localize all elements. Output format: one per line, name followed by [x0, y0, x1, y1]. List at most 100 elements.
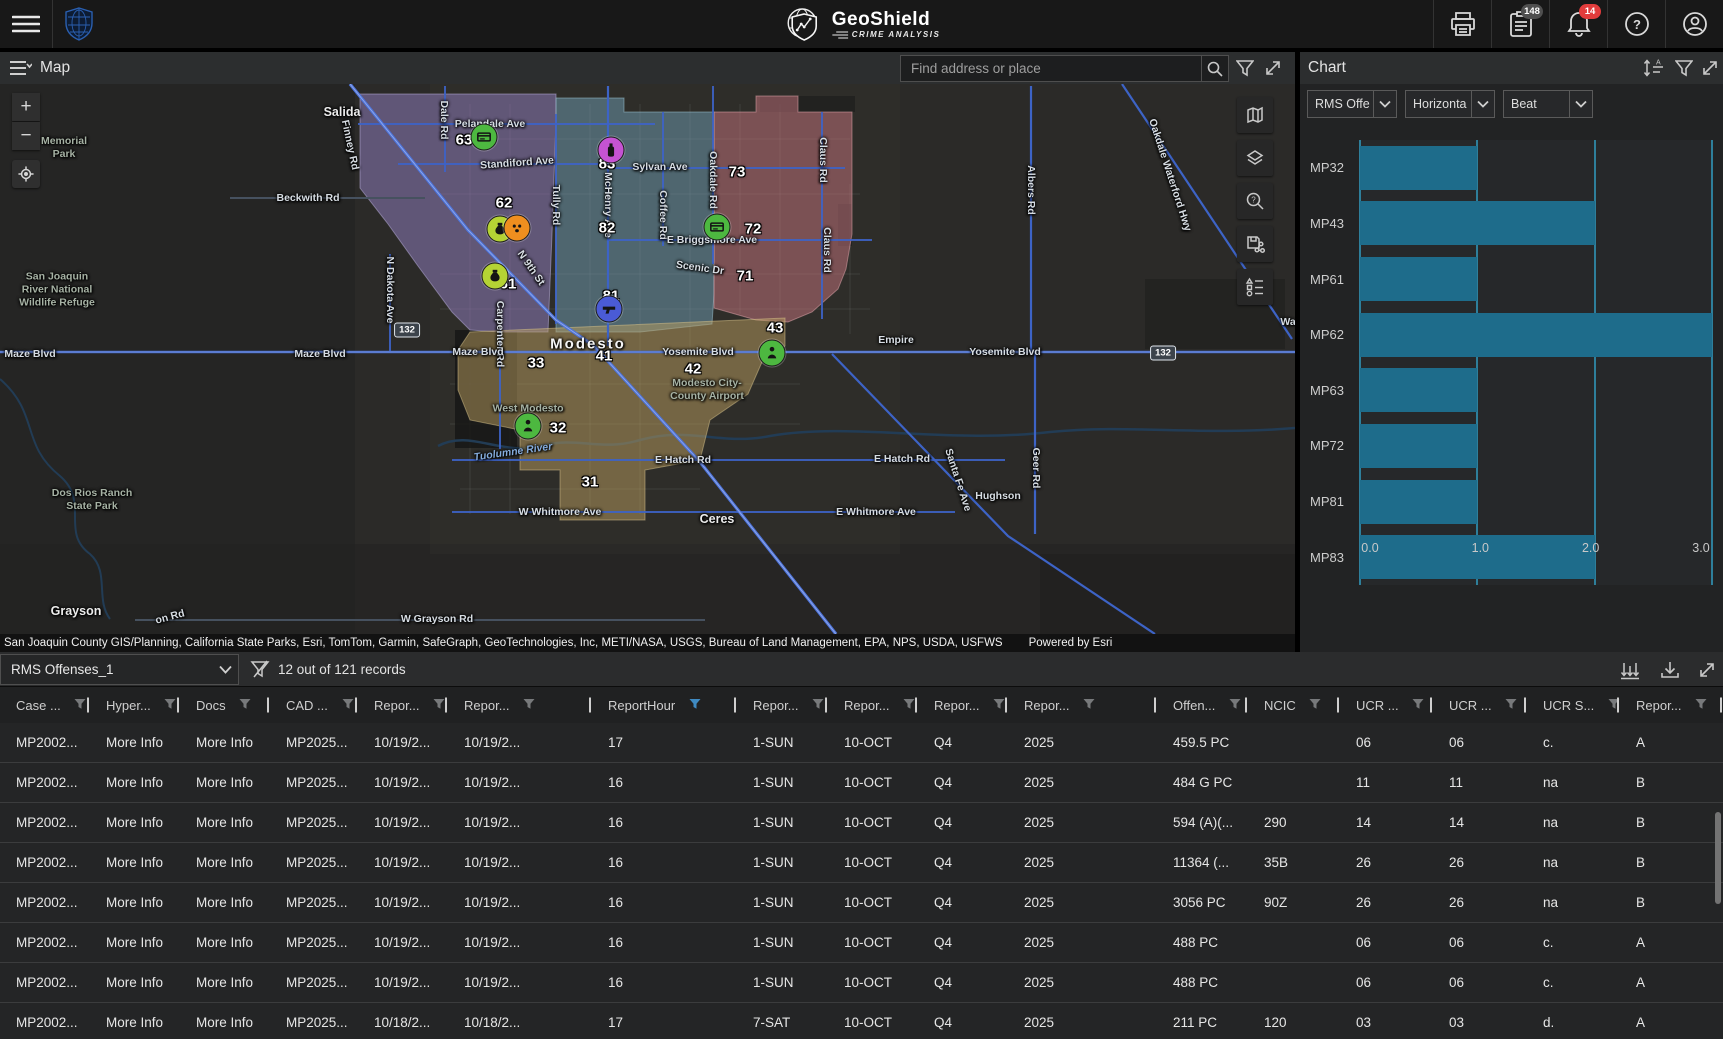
cell-hyperlink[interactable]: More Info — [90, 962, 180, 1003]
chart-bar[interactable] — [1360, 479, 1478, 524]
cell-cad-link[interactable]: MP2025... — [270, 922, 358, 963]
column-filter-icon[interactable] — [239, 698, 251, 710]
crime-marker[interactable] — [595, 295, 623, 323]
crime-marker[interactable] — [481, 262, 509, 290]
column-filter-icon[interactable] — [164, 698, 176, 710]
chart-dropdown[interactable]: Horizonta — [1405, 90, 1495, 118]
crime-marker[interactable] — [703, 213, 731, 241]
column-header[interactable]: UCR ... — [1433, 687, 1527, 723]
column-filter-icon[interactable] — [903, 698, 915, 710]
identify-button[interactable]: ? — [1237, 183, 1273, 219]
cell-hyperlink[interactable]: More Info — [90, 802, 180, 843]
crime-marker[interactable] — [758, 339, 786, 367]
chart-bar[interactable] — [1360, 201, 1595, 246]
column-header[interactable]: UCR ... — [1340, 687, 1433, 723]
map-canvas[interactable]: Salida Pelandale Ave Standiford Ave Sylv… — [0, 84, 1295, 634]
basemap-button[interactable] — [1237, 97, 1273, 133]
download-button[interactable] — [1658, 658, 1682, 682]
cell-docs-link[interactable]: More Info — [180, 962, 270, 1003]
jump-to-end-button[interactable] — [1618, 658, 1642, 682]
chart-sort-button[interactable]: A — [1643, 57, 1665, 79]
cell-docs-link[interactable]: More Info — [180, 1002, 270, 1039]
table-row[interactable]: MP2002... More Info More Info MP2025... … — [0, 802, 1723, 843]
cell-cad-link[interactable]: MP2025... — [270, 1002, 358, 1039]
column-filter-icon[interactable] — [1695, 698, 1707, 710]
column-filter-icon[interactable] — [1229, 698, 1241, 710]
table-row[interactable]: MP2002... More Info More Info MP2025... … — [0, 723, 1723, 763]
zoom-in-button[interactable]: + — [12, 93, 40, 121]
cell-docs-link[interactable]: More Info — [180, 922, 270, 963]
account-button[interactable] — [1682, 11, 1708, 37]
help-button[interactable]: ? — [1624, 11, 1650, 37]
column-header[interactable]: Repor... — [737, 687, 828, 723]
layers-button[interactable] — [1237, 140, 1273, 176]
column-header[interactable]: Repor... — [918, 687, 1008, 723]
crime-marker[interactable] — [597, 136, 625, 164]
search-input[interactable] — [901, 56, 1201, 81]
cell-hyperlink[interactable]: More Info — [90, 723, 180, 763]
search-button[interactable] — [1201, 56, 1228, 81]
agency-logo[interactable] — [53, 0, 105, 48]
chart-bar[interactable] — [1360, 423, 1478, 468]
column-header[interactable]: Repor... — [358, 687, 448, 723]
column-filter-icon[interactable] — [433, 698, 445, 710]
column-header[interactable]: Hyper... — [90, 687, 180, 723]
table-row[interactable]: MP2002... More Info More Info MP2025... … — [0, 1002, 1723, 1039]
table-row[interactable]: MP2002... More Info More Info MP2025... … — [0, 842, 1723, 883]
column-filter-icon[interactable] — [523, 698, 535, 710]
table-expand-button[interactable] — [1695, 658, 1719, 682]
chart-dropdown[interactable]: RMS Offe — [1307, 90, 1397, 118]
column-filter-icon[interactable] — [1309, 698, 1321, 710]
chart-expand-button[interactable] — [1699, 57, 1721, 79]
table-row[interactable]: MP2002... More Info More Info MP2025... … — [0, 962, 1723, 1003]
column-filter-icon[interactable] — [993, 698, 1005, 710]
legend-button[interactable] — [1237, 269, 1273, 305]
locate-button[interactable] — [12, 160, 40, 188]
clear-filter-icon[interactable] — [250, 659, 270, 679]
column-filter-icon[interactable] — [1083, 698, 1095, 710]
map-filter-button[interactable] — [1234, 57, 1256, 79]
cell-cad-link[interactable]: MP2025... — [270, 882, 358, 923]
layer-select[interactable]: RMS Offenses_1 — [0, 654, 239, 685]
cell-hyperlink[interactable]: More Info — [90, 762, 180, 803]
cell-cad-link[interactable]: MP2025... — [270, 762, 358, 803]
chart-bar[interactable] — [1360, 257, 1478, 302]
cell-hyperlink[interactable]: More Info — [90, 842, 180, 883]
print-button[interactable] — [1450, 12, 1476, 36]
chart-bar[interactable] — [1360, 368, 1478, 413]
cell-docs-link[interactable]: More Info — [180, 802, 270, 843]
save-share-button[interactable] — [1237, 226, 1273, 262]
cell-docs-link[interactable]: More Info — [180, 723, 270, 763]
column-header[interactable]: Case ... — [0, 687, 90, 723]
column-header[interactable]: Repor... — [1620, 687, 1723, 723]
cell-cad-link[interactable]: MP2025... — [270, 802, 358, 843]
chart-bar[interactable] — [1360, 145, 1478, 190]
cell-hyperlink[interactable]: More Info — [90, 882, 180, 923]
main-menu-button[interactable] — [0, 0, 52, 48]
column-filter-icon[interactable] — [1505, 698, 1517, 710]
crime-marker[interactable] — [470, 123, 498, 151]
column-filter-icon[interactable] — [689, 698, 701, 710]
column-header[interactable]: Offen... — [1157, 687, 1248, 723]
map-menu-icon[interactable] — [10, 60, 32, 76]
cell-hyperlink[interactable]: More Info — [90, 922, 180, 963]
crime-marker[interactable] — [514, 412, 542, 440]
column-filter-icon[interactable] — [74, 698, 86, 710]
column-header[interactable]: Docs — [180, 687, 270, 723]
column-filter-icon[interactable] — [812, 698, 824, 710]
cell-hyperlink[interactable]: More Info — [90, 1002, 180, 1039]
table-scrollbar[interactable] — [1715, 812, 1721, 904]
column-header[interactable]: Repor... — [448, 687, 592, 723]
column-header[interactable]: CAD ... — [270, 687, 358, 723]
column-filter-icon[interactable] — [342, 698, 354, 710]
table-row[interactable]: MP2002... More Info More Info MP2025... … — [0, 882, 1723, 923]
column-header[interactable]: ReportHour — [592, 687, 737, 723]
column-header[interactable]: Repor... — [1008, 687, 1157, 723]
crime-marker[interactable] — [503, 214, 531, 242]
cell-cad-link[interactable]: MP2025... — [270, 842, 358, 883]
cell-cad-link[interactable]: MP2025... — [270, 962, 358, 1003]
column-header[interactable]: NCIC — [1248, 687, 1340, 723]
column-filter-icon[interactable] — [1412, 698, 1424, 710]
cell-cad-link[interactable]: MP2025... — [270, 723, 358, 763]
zoom-out-button[interactable]: − — [12, 122, 40, 150]
